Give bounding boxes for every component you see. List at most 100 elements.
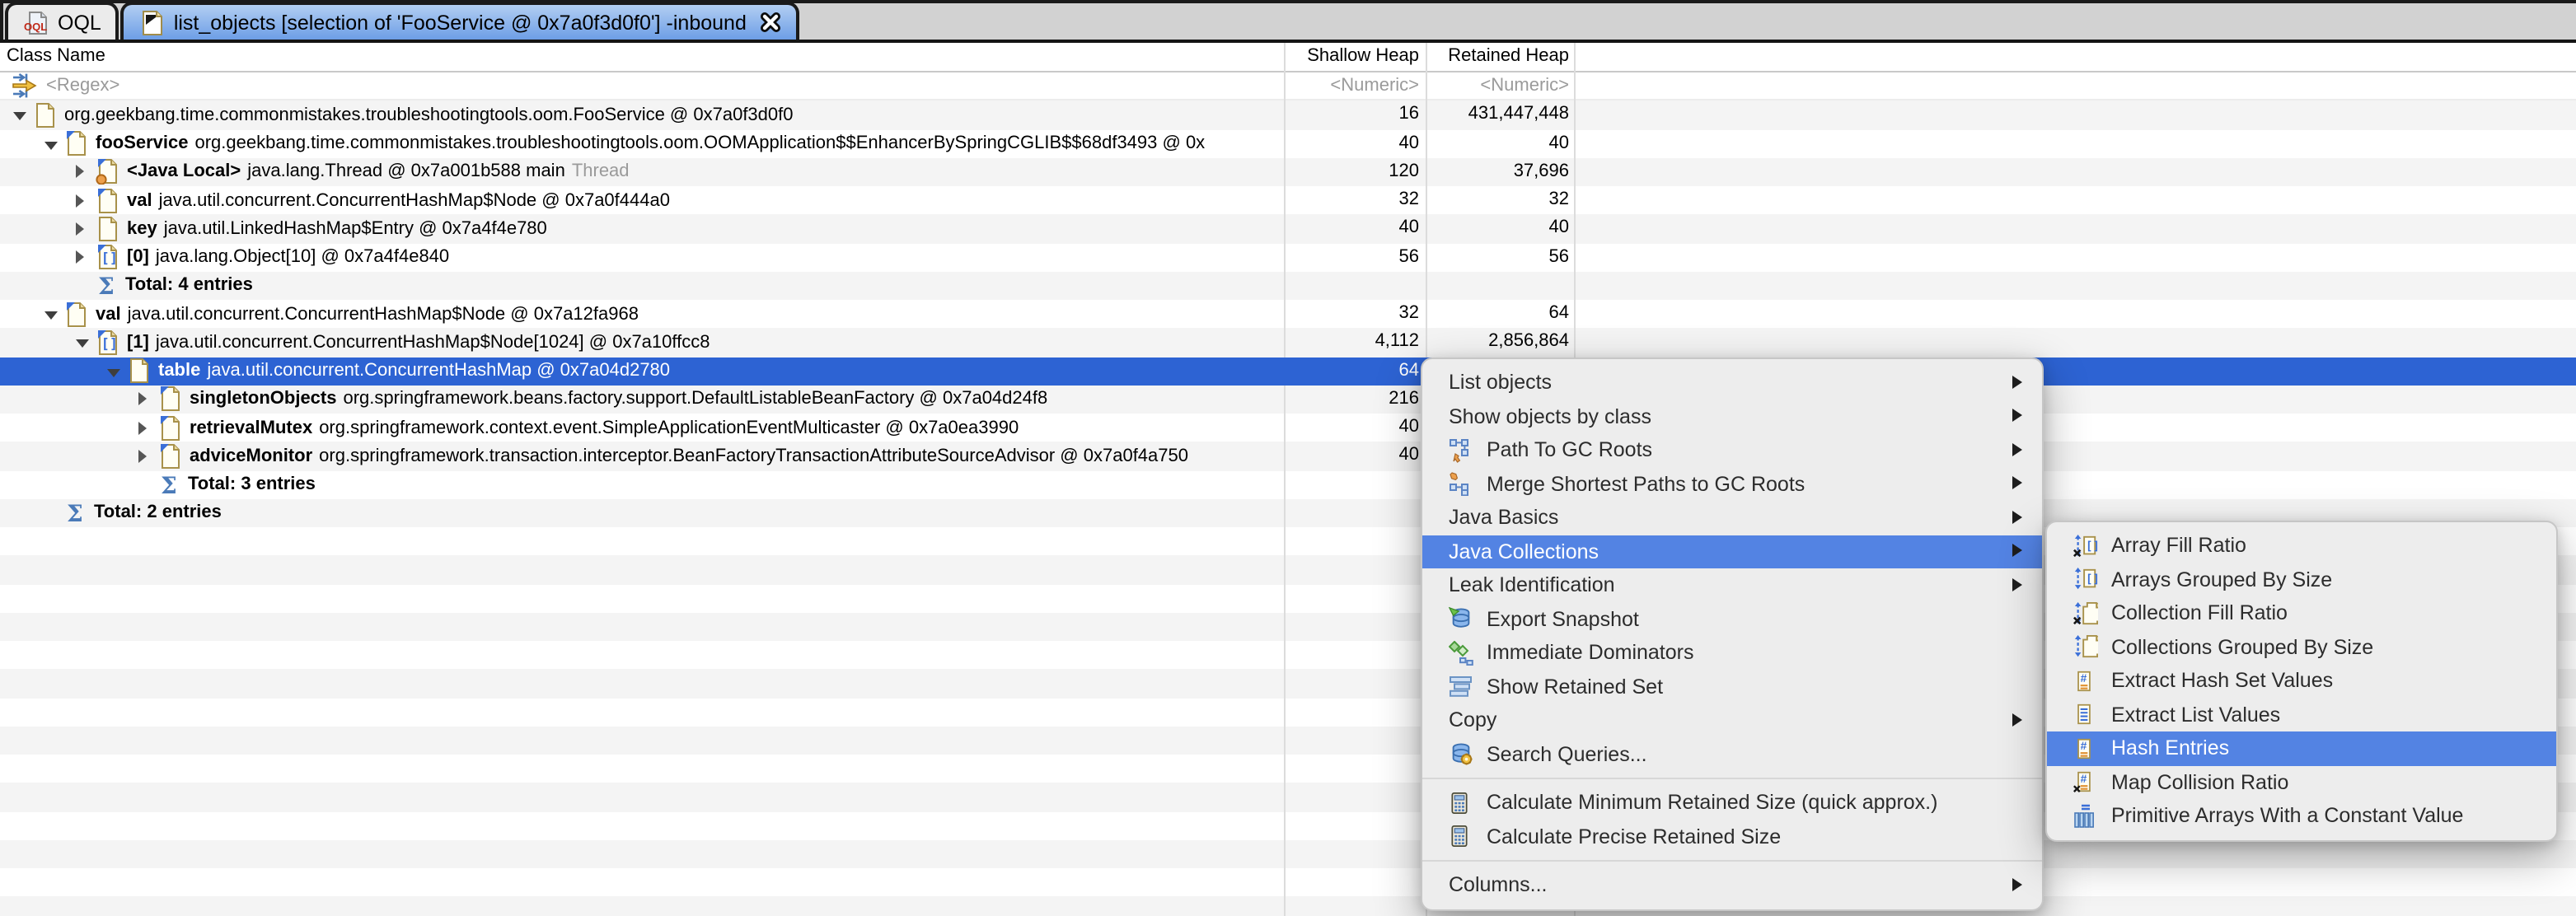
menu-item-java-collections[interactable]: Java Collections — [1422, 535, 2042, 568]
object-page-local-icon — [96, 159, 120, 185]
submenu-arrow-icon — [2012, 713, 2022, 726]
submenu-item-hash-entries[interactable]: # Hash Entries — [2047, 731, 2556, 765]
submenu-item-extract-list-values[interactable]: Extract List Values — [2047, 698, 2556, 731]
array-page-ref-icon: [] — [96, 329, 120, 356]
thread-suffix: Thread — [571, 161, 630, 182]
svg-text:[]: [] — [2086, 540, 2098, 553]
menu-item-show-objects-by-class[interactable]: Show objects by class — [1422, 400, 2042, 433]
menu-item-java-basics[interactable]: Java Basics — [1422, 501, 2042, 535]
submenu-item-primitive-arrays-with-a-constant-value[interactable]: Primitive Arrays With a Constant Value — [2047, 799, 2556, 833]
class-and-address: java.util.LinkedHashMap$Entry @ 0x7a4f4e… — [163, 218, 547, 239]
extract-list-icon — [2073, 703, 2100, 727]
field-label: key — [127, 218, 157, 239]
menu-item-columns[interactable]: Columns... — [1422, 868, 2042, 902]
collapse-arrow-icon[interactable] — [107, 365, 125, 376]
expand-arrow-icon[interactable] — [76, 222, 94, 236]
tree-row[interactable]: [] [1] java.util.concurrent.ConcurrentHash… — [0, 328, 2576, 357]
submenu-item-collections-grouped-by-size[interactable]: Collections Grouped By Size — [2047, 630, 2556, 664]
field-label: Total: 4 entries — [125, 275, 253, 296]
tree-row[interactable]: retrievalMutex org.springframework.contex… — [0, 414, 2576, 442]
expand-arrow-icon[interactable] — [76, 194, 94, 207]
expand-arrow-icon[interactable] — [138, 421, 157, 434]
column-header-shallow-heap[interactable]: Shallow Heap — [1287, 43, 1419, 71]
search-queries-icon — [1449, 742, 1475, 767]
class-name-filter[interactable]: <Regex> — [12, 72, 119, 100]
field-label: fooService — [96, 133, 189, 154]
merge-paths-icon — [1449, 472, 1475, 497]
menu-item-show-retained-set[interactable]: Show Retained Set — [1422, 670, 2042, 703]
svg-text:[]: [] — [2086, 573, 2098, 587]
menu-item-leak-identification[interactable]: Leak Identification — [1422, 568, 2042, 602]
menu-item-immediate-dominators[interactable]: Immediate Dominators — [1422, 636, 2042, 670]
shallow-heap-filter[interactable]: <Numeric> — [1287, 72, 1419, 100]
tree-row[interactable]: singletonObjects org.springframework.bean… — [0, 385, 2576, 414]
submenu-item-array-fill-ratio[interactable]: [] Array Fill Ratio — [2047, 529, 2556, 563]
menu-item-path-to-gc-roots[interactable]: Path To GC Roots — [1422, 433, 2042, 467]
tree-row[interactable]: key java.util.LinkedHashMap$Entry @ 0x7a4… — [0, 214, 2576, 243]
column-divider[interactable] — [1284, 43, 1286, 916]
shallow-heap-value: 16 — [1398, 104, 1420, 124]
expand-arrow-icon[interactable] — [138, 393, 157, 406]
context-menu: List objects Show objects by class Path To… — [1421, 358, 2044, 910]
submenu-arrow-icon — [2012, 544, 2022, 557]
submenu-arrow-icon — [2012, 442, 2022, 456]
submenu-item-extract-hash-set-values[interactable]: # Extract Hash Set Values — [2047, 664, 2556, 698]
arrays-grouped-icon: [] — [2073, 568, 2100, 592]
expand-arrow-icon[interactable] — [76, 250, 94, 264]
tree-row-class-name: val java.util.concurrent.ConcurrentHashMa… — [0, 186, 1284, 215]
submenu-item-collection-fill-ratio[interactable]: Collection Fill Ratio — [2047, 596, 2556, 630]
menu-item-label: Array Fill Ratio — [2111, 534, 2246, 558]
menu-item-calculate-minimum-retained-size-quick-approx[interactable]: Calculate Minimum Retained Size (quick a… — [1422, 786, 2042, 820]
column-header-class-name[interactable]: Class Name — [7, 43, 105, 71]
expand-arrow-icon[interactable] — [76, 166, 94, 179]
submenu-item-arrays-grouped-by-size[interactable]: [] Arrays Grouped By Size — [2047, 563, 2556, 596]
tree-row[interactable]: val java.util.concurrent.ConcurrentHashMa… — [0, 186, 2576, 215]
menu-item-label: Export Snapshot — [1487, 607, 1639, 631]
shallow-heap-value: 40 — [1398, 417, 1420, 437]
field-label: adviceMonitor — [190, 446, 313, 466]
column-header-retained-heap[interactable]: Retained Heap — [1429, 43, 1569, 71]
tree-row[interactable]: fooService org.geekbang.time.commonmistak… — [0, 129, 2576, 158]
menu-item-label: Java Collections — [1449, 540, 1599, 563]
menu-item-label: Calculate Minimum Retained Size (quick a… — [1487, 791, 1938, 815]
menu-item-calculate-precise-retained-size[interactable]: Calculate Precise Retained Size — [1422, 820, 2042, 853]
close-icon[interactable] — [760, 12, 781, 33]
menu-item-search-queries[interactable]: Search Queries... — [1422, 737, 2042, 771]
tree-row[interactable]: Σ Total: 4 entries — [0, 271, 2576, 301]
tab-list-objects-label: list_objects [selection of 'FooService @… — [173, 11, 747, 34]
menu-item-export-snapshot[interactable]: Export Snapshot — [1422, 602, 2042, 636]
menu-item-label: Java Basics — [1449, 506, 1559, 530]
show-retained-set-icon — [1449, 675, 1475, 699]
tree-row[interactable]: table java.util.concurrent.ConcurrentHash… — [0, 357, 2576, 386]
collapse-arrow-icon[interactable] — [44, 308, 63, 320]
menu-item-copy[interactable]: Copy — [1422, 703, 2042, 737]
menu-item-label: Show objects by class — [1449, 404, 1651, 428]
collapse-arrow-icon[interactable] — [13, 110, 31, 121]
tree-row[interactable]: <Java Local> java.lang.Thread @ 0x7a001b5… — [0, 157, 2576, 186]
tree-row[interactable]: Σ Total: 3 entries — [0, 470, 2576, 499]
tab-list-objects[interactable]: list_objects [selection of 'FooService @… — [120, 2, 799, 40]
immediate-dominators-icon — [1449, 640, 1475, 666]
retained-heap-filter[interactable]: <Numeric> — [1429, 72, 1569, 100]
menu-item-label: Hash Entries — [2111, 736, 2230, 760]
sigma-icon: Σ — [157, 471, 181, 498]
menu-item-list-objects[interactable]: List objects — [1422, 366, 2042, 400]
tree-row[interactable]: val java.util.concurrent.ConcurrentHashMa… — [0, 300, 2576, 329]
tab-oql[interactable]: OQL OQL — [5, 2, 119, 40]
submenu-item-map-collision-ratio[interactable]: # Map Collision Ratio — [2047, 765, 2556, 799]
calculator-icon — [1449, 791, 1475, 816]
collapse-arrow-icon[interactable] — [76, 337, 94, 348]
tree-row[interactable]: [] [0] java.lang.Object[10] @ 0x7a4f4e840 5… — [0, 243, 2576, 272]
tree-row[interactable]: adviceMonitor org.springframework.transac… — [0, 442, 2576, 470]
empty-row — [0, 839, 2576, 868]
collapse-arrow-icon[interactable] — [44, 138, 63, 149]
export-snapshot-icon — [1449, 607, 1475, 632]
class-and-address: java.util.concurrent.ConcurrentHashMap$N… — [155, 332, 710, 353]
tree-row-class-name: Σ Total: 4 entries — [0, 272, 1284, 301]
field-label: [1] — [127, 332, 149, 353]
menu-item-merge-shortest-paths-to-gc-roots[interactable]: Merge Shortest Paths to GC Roots — [1422, 467, 2042, 501]
field-label: val — [96, 304, 121, 325]
tree-row[interactable]: org.geekbang.time.commonmistakes.trouble… — [0, 100, 2576, 129]
expand-arrow-icon[interactable] — [138, 450, 157, 463]
shallow-heap-value: 56 — [1398, 246, 1420, 266]
